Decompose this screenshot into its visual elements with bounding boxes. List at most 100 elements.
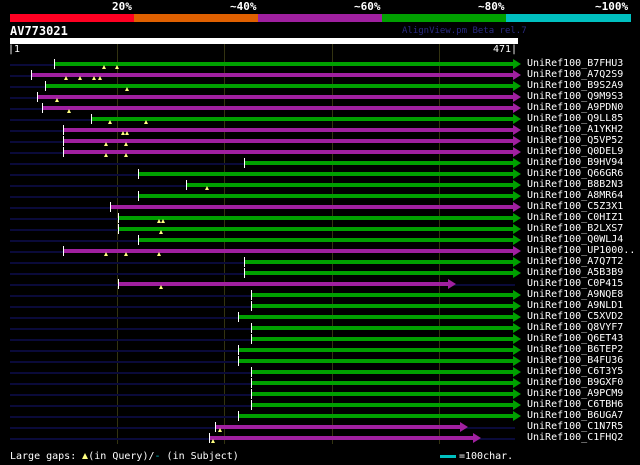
hit-label[interactable]: UniRef100_A7Q7T2 [527, 256, 623, 267]
hit-label[interactable]: UniRef100_B9HV94 [527, 157, 623, 168]
alignment-bar[interactable] [238, 315, 515, 319]
alignment-bar[interactable] [53, 62, 515, 66]
alignment-bar[interactable] [251, 392, 515, 396]
hit-label[interactable]: UniRef100_A9NLD1 [527, 300, 623, 311]
hit-label[interactable]: UniRef100_A5B3B9 [527, 267, 623, 278]
alignment-bar[interactable] [137, 172, 515, 176]
hit-label[interactable]: UniRef100_C6TBH6 [527, 399, 623, 410]
hit-label[interactable]: UniRef100_Q8VYF7 [527, 322, 623, 333]
arrow-icon [513, 92, 521, 102]
start-tick: |1 [8, 44, 21, 55]
alignment-bar[interactable] [62, 139, 515, 143]
alignment-start-marker [214, 422, 216, 432]
identity-color-orange [134, 14, 258, 22]
alignment-bar[interactable] [251, 304, 515, 308]
alignment-bar[interactable] [31, 73, 515, 77]
gap-icon [66, 109, 71, 113]
alignment-start-marker [62, 246, 64, 256]
alignment-bar[interactable] [251, 326, 515, 330]
gap-icon [63, 76, 68, 80]
alignment-bar[interactable] [42, 106, 515, 110]
hit-label[interactable]: UniRef100_B2LXS7 [527, 223, 623, 234]
hit-label[interactable]: UniRef100_C0P415 [527, 278, 623, 289]
identity-color-purple [258, 14, 382, 22]
alignment-bar[interactable] [62, 128, 515, 132]
arrow-icon [513, 301, 521, 311]
alignment-bar[interactable] [251, 370, 515, 374]
alignment-bar[interactable] [137, 194, 515, 198]
alignment-bar[interactable] [243, 260, 515, 264]
hit-label[interactable]: UniRef100_A8MR64 [527, 190, 623, 201]
alignment-bar[interactable] [185, 183, 515, 187]
alignment-bar[interactable] [209, 436, 476, 440]
alignment-bar[interactable] [238, 359, 515, 363]
hit-label[interactable]: UniRef100_C5Z3X1 [527, 201, 623, 212]
alignment-start-marker [251, 301, 253, 311]
alignment-start-marker [243, 268, 245, 278]
hit-label[interactable]: UniRef100_A1YKH2 [527, 124, 623, 135]
hit-label[interactable]: UniRef100_Q9LL85 [527, 113, 623, 124]
hit-label[interactable]: UniRef100_B6TEP2 [527, 344, 623, 355]
alignment-bar[interactable] [238, 414, 515, 418]
scale-bar [440, 455, 456, 458]
hit-label[interactable]: UniRef100_A7Q2S9 [527, 69, 623, 80]
arrow-icon [513, 202, 521, 212]
alignment-bar[interactable] [36, 95, 515, 99]
hit-label[interactable]: UniRef100_B4FU36 [527, 355, 623, 366]
alignment-bar[interactable] [243, 271, 515, 275]
arrow-icon [513, 136, 521, 146]
alignment-bar[interactable] [251, 381, 515, 385]
hit-label[interactable]: UniRef100_Q5VP52 [527, 135, 623, 146]
alignment-start-marker [251, 389, 253, 399]
gap-icon [210, 439, 215, 443]
alignment-bar[interactable] [251, 337, 515, 341]
arrow-icon [513, 103, 521, 113]
alignment-bar[interactable] [45, 84, 515, 88]
alignment-bar[interactable] [118, 216, 515, 220]
hit-row[interactable]: UniRef100_C1FHQ2 [0, 432, 640, 444]
alignment-bar[interactable] [214, 425, 463, 429]
alignment-bar[interactable] [109, 205, 515, 209]
hit-label[interactable]: UniRef100_C1N7R5 [527, 421, 623, 432]
alignment-bar[interactable] [238, 348, 515, 352]
hit-label[interactable]: UniRef100_C6T3Y5 [527, 366, 623, 377]
hit-label[interactable]: UniRef100_Q0DEL9 [527, 146, 623, 157]
hit-label[interactable]: UniRef100_C0HIZ1 [527, 212, 623, 223]
hit-label[interactable]: UniRef100_Q0WLJ4 [527, 234, 623, 245]
alignment-bar[interactable] [62, 249, 515, 253]
gap-icon [161, 219, 166, 223]
alignment-bar[interactable] [91, 117, 515, 121]
hit-label[interactable]: UniRef100_B9S2A9 [527, 80, 623, 91]
gap-icon [104, 142, 109, 146]
alignment-start-marker [251, 378, 253, 388]
alignment-start-marker [118, 224, 120, 234]
hit-label[interactable]: UniRef100_A9PDN0 [527, 102, 623, 113]
hit-label[interactable]: UniRef100_A9PCM9 [527, 388, 623, 399]
scale-label: =100char. [459, 451, 514, 462]
arrow-icon [513, 114, 521, 124]
hit-label[interactable]: UniRef100_C5XVD2 [527, 311, 623, 322]
hit-label[interactable]: UniRef100_A9NQE8 [527, 289, 623, 300]
arrow-icon [513, 356, 521, 366]
hit-label[interactable]: UniRef100_B7FHU3 [527, 58, 623, 69]
hit-label[interactable]: UniRef100_B6UGA7 [527, 410, 623, 421]
alignment-bar[interactable] [251, 293, 515, 297]
arrow-icon [513, 81, 521, 91]
hit-label[interactable]: UniRef100_B9GXF0 [527, 377, 623, 388]
alignment-start-marker [109, 202, 111, 212]
gap-icon [159, 285, 164, 289]
arrow-icon [473, 433, 482, 443]
alignment-bar[interactable] [243, 161, 515, 165]
alignment-bar[interactable] [251, 403, 515, 407]
hit-label[interactable]: UniRef100_Q6ET43 [527, 333, 623, 344]
alignment-bar[interactable] [137, 238, 515, 242]
version-text: AlignView.pm Beta rel.7 [402, 26, 527, 36]
alignment-bar[interactable] [118, 282, 450, 286]
alignment-bar[interactable] [62, 150, 515, 154]
hit-label[interactable]: UniRef100_Q9M9S3 [527, 91, 623, 102]
hit-label[interactable]: UniRef100_B8B2N3 [527, 179, 623, 190]
hit-label[interactable]: UniRef100_Q66GR6 [527, 168, 623, 179]
hit-label[interactable]: UniRef100_UP1000.. [527, 245, 635, 256]
hit-label[interactable]: UniRef100_C1FHQ2 [527, 432, 623, 443]
alignment-bar[interactable] [118, 227, 515, 231]
